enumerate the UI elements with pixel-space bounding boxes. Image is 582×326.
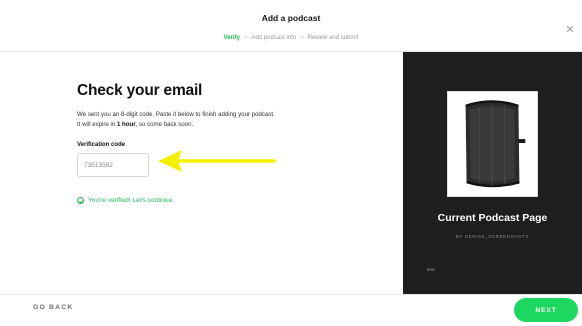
header: Add a podcast ✕ Verify > Add podcast info >… — [0, 0, 582, 52]
check-circle-icon — [77, 197, 84, 204]
step-separator: > — [243, 35, 248, 41]
verification-code-input[interactable] — [77, 153, 149, 177]
instructions-text: We sent you an 8-digit code. Paste it be… — [77, 110, 367, 130]
preview-podcast-title: Current Podcast Page — [437, 212, 548, 224]
verification-code-label: Verification code — [77, 142, 126, 148]
podcast-preview-panel: Current Podcast Page BY DENISE_SCREENSHO… — [403, 52, 582, 294]
arrow-annotation-icon — [158, 150, 276, 172]
step-add-podcast-info: Add podcast info — [251, 35, 297, 41]
page-title: Check your email — [77, 82, 203, 99]
expiry-duration: 1 hour — [116, 121, 136, 128]
next-button[interactable]: NEXT — [514, 298, 578, 322]
preview-podcast-author: BY DENISE_SCREENSHOTS — [455, 234, 530, 239]
dialog-title: Add a podcast — [261, 13, 321, 23]
step-verify: Verify — [223, 35, 240, 41]
instructions-line-2-pre: It will expire in — [77, 121, 117, 128]
instructions-line-2-post: , so come back soon. — [135, 121, 194, 128]
verified-text: You're verified! Let's continue. — [88, 197, 175, 204]
step-separator: > — [300, 35, 304, 41]
go-back-button[interactable]: GO BACK — [33, 304, 74, 311]
step-review-and-submit: Review and submit — [307, 35, 359, 41]
step-indicator: Verify > Add podcast info > Review and submi… — [0, 35, 582, 41]
verified-message: You're verified! Let's continue. — [77, 197, 174, 204]
preview-podcast-description: test — [427, 267, 435, 272]
footer: GO BACK NEXT — [0, 294, 582, 326]
podcast-cover-image — [447, 91, 538, 197]
instructions-line-1: We sent you an 8-digit code. Paste it be… — [77, 111, 275, 118]
